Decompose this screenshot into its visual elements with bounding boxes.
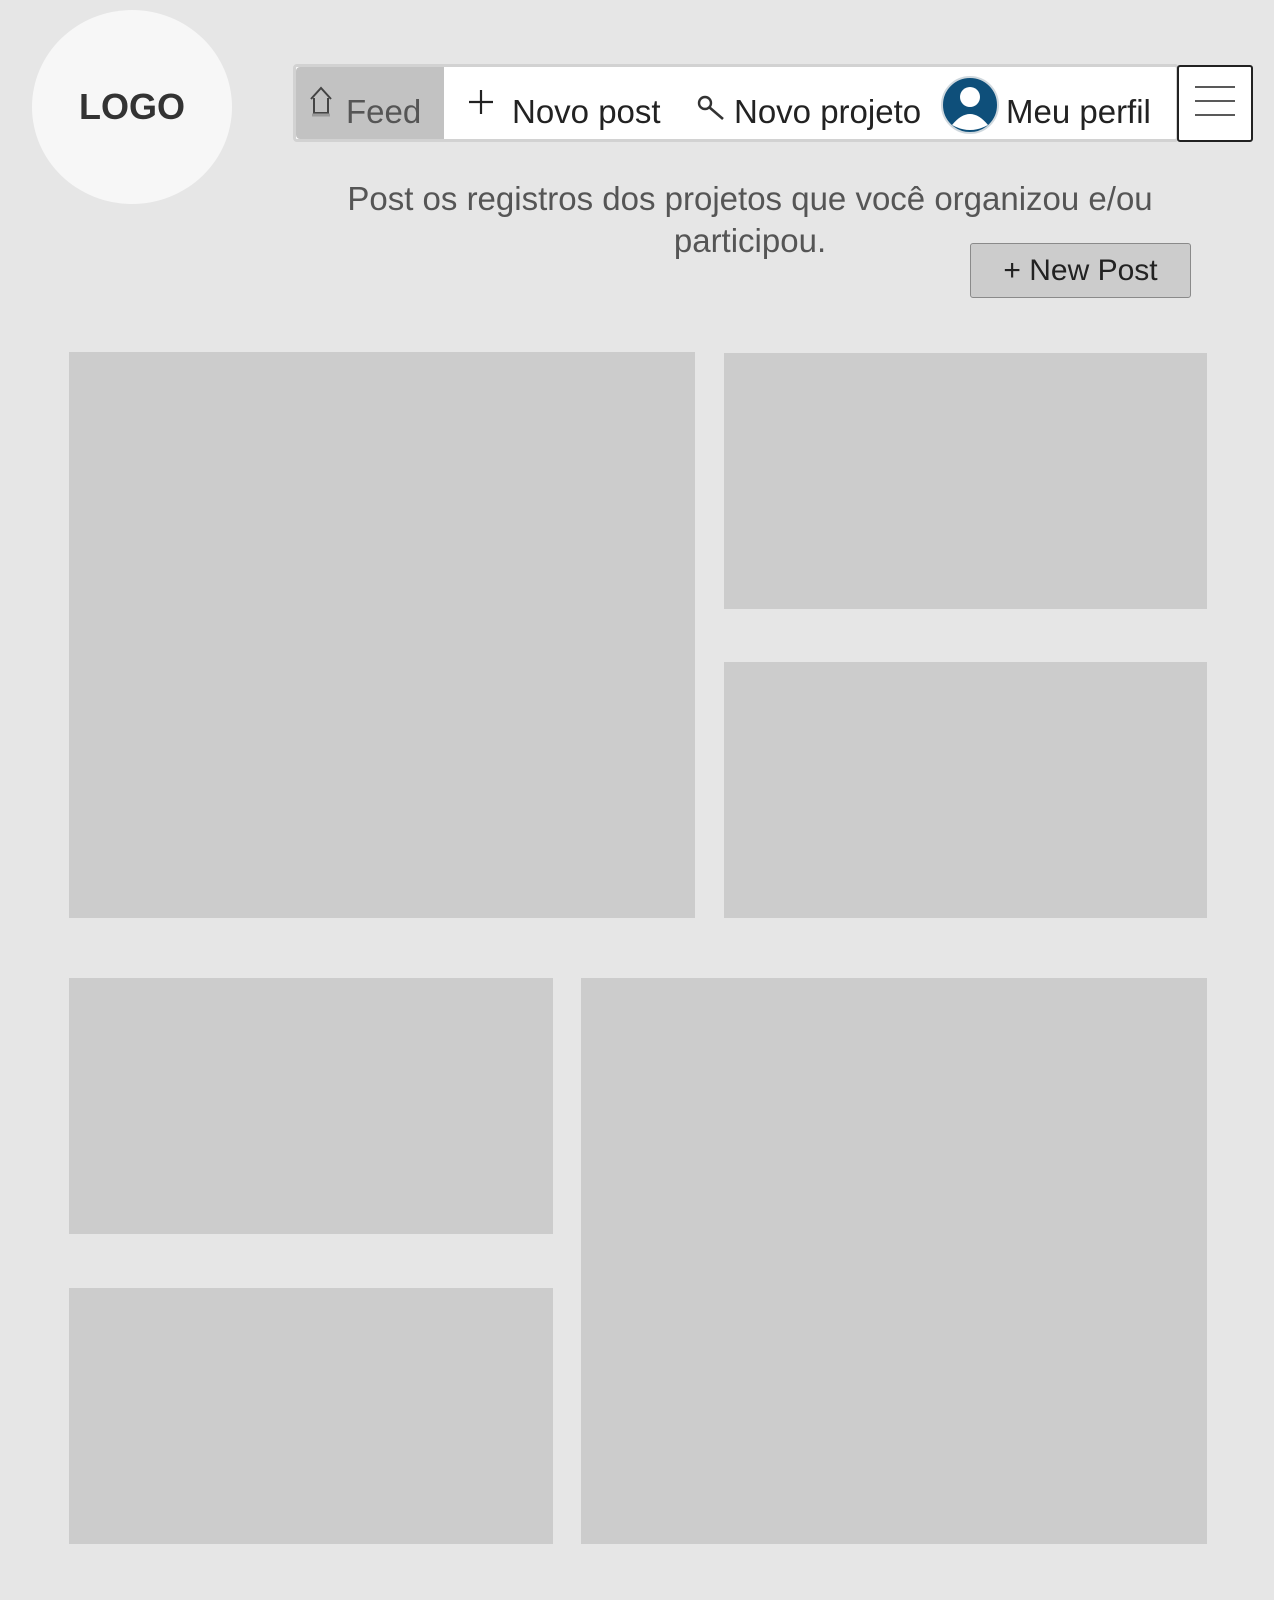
post-card[interactable] xyxy=(69,978,553,1234)
nav-feed-label: Feed xyxy=(346,93,422,130)
hamburger-menu-button[interactable] xyxy=(1177,65,1253,142)
plus-icon xyxy=(466,87,496,125)
main-navbar: Feed Novo post Novo projeto Meu perfil xyxy=(293,64,1179,142)
nav-novo-post-label: Novo post xyxy=(512,93,661,130)
new-post-button[interactable]: + New Post xyxy=(970,243,1191,298)
feed-page: LOGO Feed Novo post Novo projeto Meu per… xyxy=(0,0,1274,1600)
post-card[interactable] xyxy=(69,1288,553,1544)
nav-meu-perfil-label: Meu perfil xyxy=(1006,93,1151,130)
logo-text: LOGO xyxy=(79,86,185,127)
nav-feed-tab[interactable]: Feed xyxy=(296,67,444,139)
post-card[interactable] xyxy=(581,978,1207,1544)
user-avatar-icon xyxy=(940,75,1000,143)
hamburger-menu-icon xyxy=(1194,84,1236,123)
post-card[interactable] xyxy=(724,662,1207,918)
nav-novo-projeto-label: Novo projeto xyxy=(734,93,922,130)
post-card[interactable] xyxy=(69,352,695,918)
post-card[interactable] xyxy=(724,353,1207,609)
logo[interactable]: LOGO xyxy=(32,10,232,204)
home-icon xyxy=(308,85,334,125)
search-icon xyxy=(696,93,726,131)
